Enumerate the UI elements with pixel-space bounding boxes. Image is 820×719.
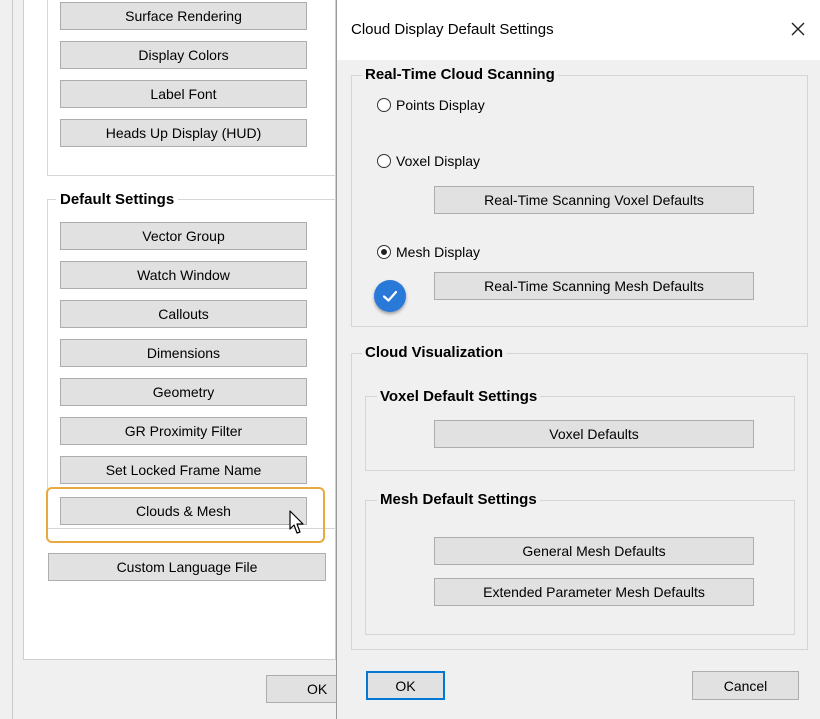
mesh-display-radio[interactable]: Mesh Display xyxy=(377,243,480,261)
background-window: Surface Rendering Display Colors Label F… xyxy=(0,0,346,719)
voxel-display-radio[interactable]: Voxel Display xyxy=(377,152,480,170)
surface-rendering-button[interactable]: Surface Rendering xyxy=(60,2,307,30)
checkmark-badge-icon xyxy=(374,280,406,312)
mesh-display-label: Mesh Display xyxy=(396,244,481,260)
mesh-default-settings-title: Mesh Default Settings xyxy=(377,491,540,509)
custom-language-file-button[interactable]: Custom Language File xyxy=(48,553,326,581)
general-mesh-defaults-button[interactable]: General Mesh Defaults xyxy=(434,537,754,565)
gr-proximity-filter-button[interactable]: GR Proximity Filter xyxy=(60,417,307,445)
window-border xyxy=(0,0,13,719)
radio-circle-icon xyxy=(377,154,391,168)
mouse-cursor-icon xyxy=(285,510,305,538)
vector-group-button[interactable]: Vector Group xyxy=(60,222,307,250)
callouts-button[interactable]: Callouts xyxy=(60,300,307,328)
realtime-voxel-defaults-button[interactable]: Real-Time Scanning Voxel Defaults xyxy=(434,186,754,214)
realtime-mesh-defaults-button[interactable]: Real-Time Scanning Mesh Defaults xyxy=(434,272,754,300)
ok-button[interactable]: OK xyxy=(366,671,445,700)
extended-parameter-mesh-defaults-button[interactable]: Extended Parameter Mesh Defaults xyxy=(434,578,754,606)
cloud-visualization-title: Cloud Visualization xyxy=(362,344,507,362)
voxel-display-label: Voxel Display xyxy=(396,153,481,169)
display-colors-button[interactable]: Display Colors xyxy=(60,41,307,69)
label-font-button[interactable]: Label Font xyxy=(60,80,307,108)
hud-button[interactable]: Heads Up Display (HUD) xyxy=(60,119,307,147)
dialog-title: Cloud Display Default Settings xyxy=(351,21,554,38)
points-display-label: Points Display xyxy=(396,97,485,113)
radio-selected-icon xyxy=(377,245,391,259)
radio-circle-icon xyxy=(377,98,391,112)
geometry-button[interactable]: Geometry xyxy=(60,378,307,406)
voxel-default-settings-title: Voxel Default Settings xyxy=(377,388,541,406)
voxel-defaults-button[interactable]: Voxel Defaults xyxy=(434,420,754,448)
realtime-scanning-title: Real-Time Cloud Scanning xyxy=(362,66,558,84)
mesh-default-settings-group xyxy=(365,500,795,635)
background-ok-button[interactable]: OK xyxy=(266,675,346,703)
points-display-radio[interactable]: Points Display xyxy=(377,96,485,114)
highlight-box xyxy=(46,487,325,543)
cloud-display-dialog: Cloud Display Default Settings Real-Time… xyxy=(336,0,820,719)
cancel-button[interactable]: Cancel xyxy=(692,671,799,700)
watch-window-button[interactable]: Watch Window xyxy=(60,261,307,289)
close-icon[interactable] xyxy=(783,14,813,44)
default-settings-title: Default Settings xyxy=(56,191,179,209)
set-locked-frame-name-button[interactable]: Set Locked Frame Name xyxy=(60,456,307,484)
dimensions-button[interactable]: Dimensions xyxy=(60,339,307,367)
